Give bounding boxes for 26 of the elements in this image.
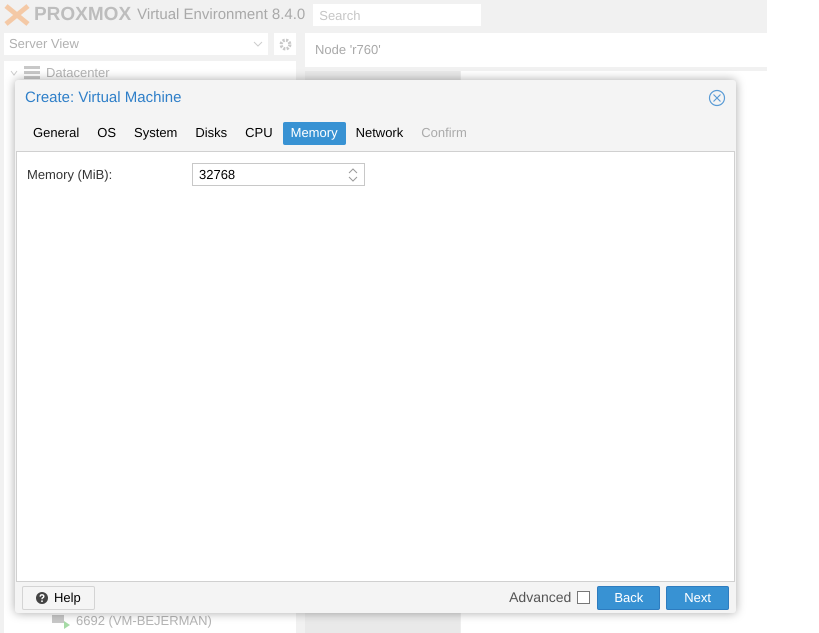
- monitor-icon: [50, 613, 72, 629]
- wizard-tab[interactable]: Disks: [187, 122, 236, 144]
- wizard-tab[interactable]: Network: [348, 122, 412, 144]
- server-icon: [24, 66, 40, 80]
- settings-icon: [278, 38, 292, 50]
- node-title: Node 'r760': [315, 41, 381, 60]
- help-icon: [36, 592, 48, 604]
- help-button[interactable]: Help: [22, 586, 95, 610]
- advanced-checkbox[interactable]: [577, 591, 590, 604]
- close-icon: [708, 89, 726, 107]
- number-field[interactable]: 32768: [192, 163, 365, 186]
- wizard-tab[interactable]: General: [25, 122, 88, 144]
- close-button[interactable]: [708, 89, 726, 107]
- wizard-tab[interactable]: System: [126, 122, 186, 144]
- logo-icon: [4, 4, 30, 26]
- spinner-icon[interactable]: [348, 166, 358, 182]
- search-field[interactable]: Search: [313, 4, 482, 26]
- dropdown-caret-icon: [253, 41, 263, 47]
- field-label: Memory (MiB):: [27, 166, 114, 184]
- advanced-label: Advanced: [509, 588, 572, 607]
- dialog-title: Create: Virtual Machine: [25, 88, 182, 108]
- wizard-tab[interactable]: OS: [89, 122, 124, 144]
- expand-caret-icon[interactable]: [10, 69, 18, 77]
- wizard-tab[interactable]: CPU: [237, 122, 281, 144]
- settings-button[interactable]: [274, 33, 296, 55]
- product-name: Virtual Environment 8.4.0: [137, 4, 306, 25]
